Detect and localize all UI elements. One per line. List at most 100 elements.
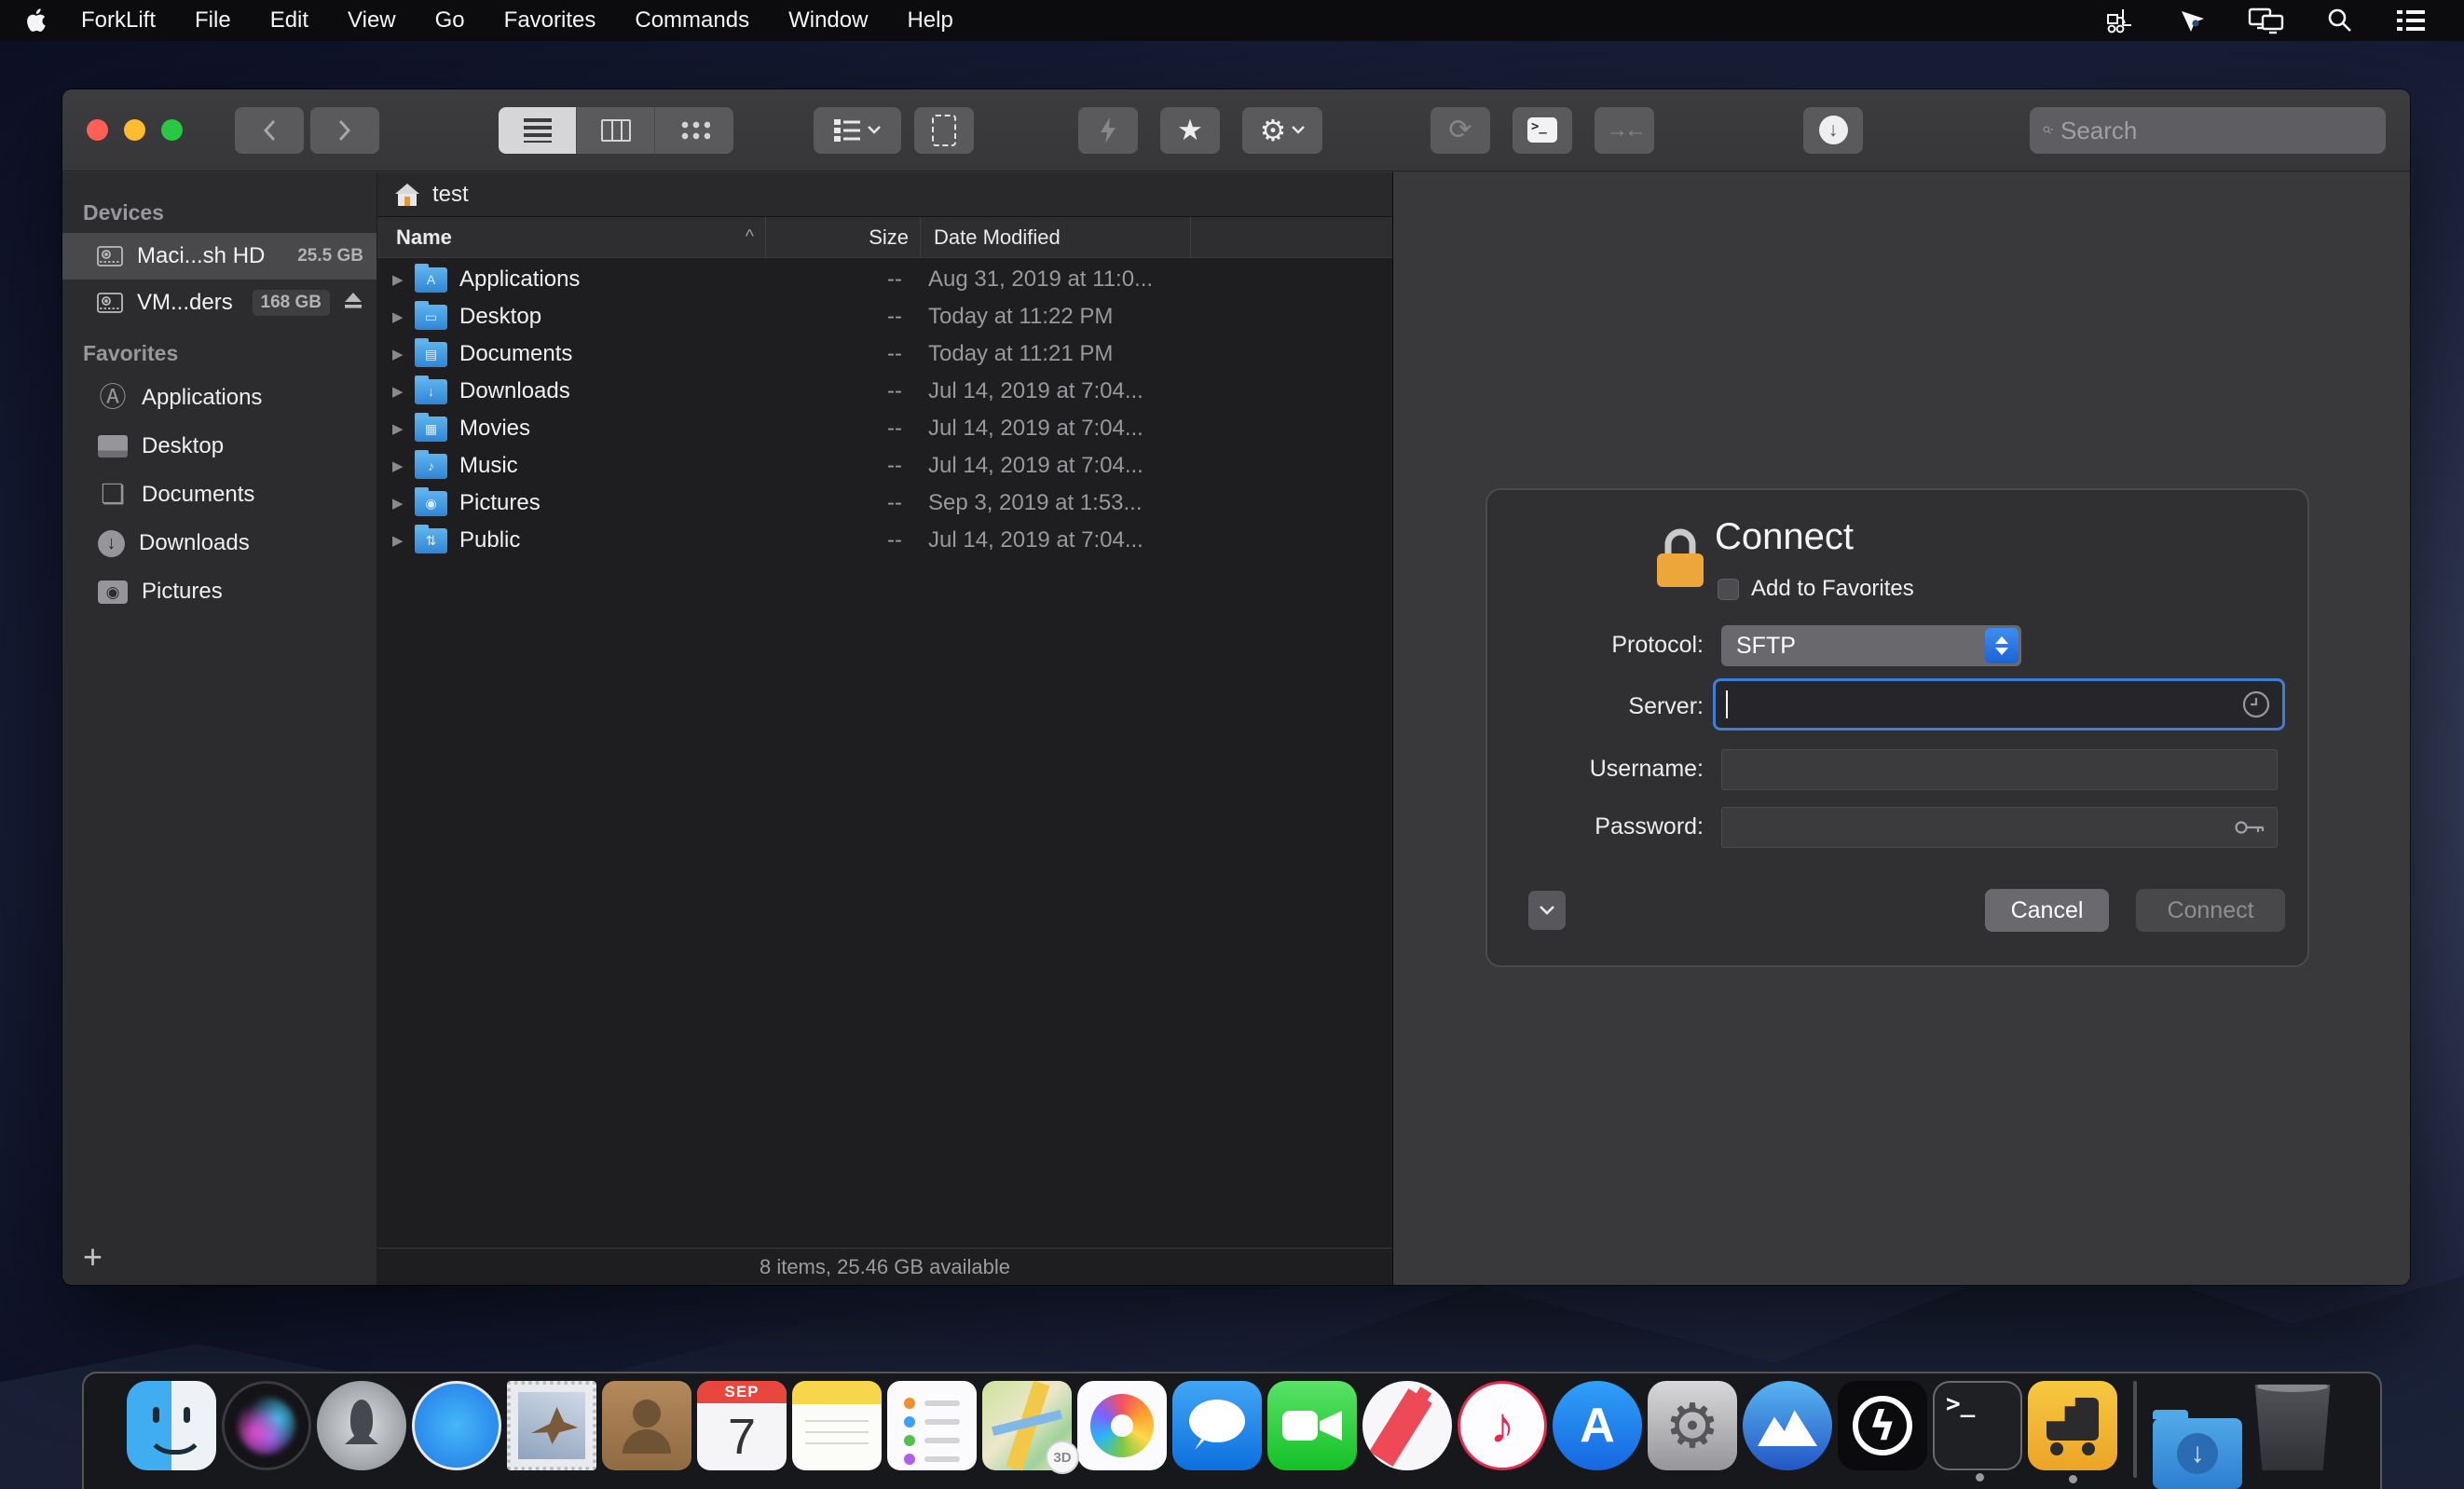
file-row[interactable]: Desktop -- Today at 11:22 PM <box>377 298 1392 335</box>
file-pane: test Name ^ Size Date Modified Applicati… <box>377 172 1393 1285</box>
file-row[interactable]: Public -- Jul 14, 2019 at 7:04... <box>377 522 1392 559</box>
connect-button[interactable]: Connect <box>2136 889 2285 932</box>
dock-icon[interactable] <box>887 1381 977 1470</box>
password-input[interactable] <box>1722 814 2234 841</box>
download-circle-icon <box>1819 116 1848 144</box>
protocol-select[interactable]: SFTP <box>1721 625 2021 666</box>
sidebar-item[interactable]: ↓ Downloads <box>62 519 376 567</box>
file-date-modified: Jul 14, 2019 at 7:04... <box>915 453 1143 479</box>
dock-icon[interactable] <box>1458 1381 1547 1470</box>
displays-icon[interactable] <box>2248 7 2285 34</box>
disclosure-triangle-icon[interactable] <box>392 532 415 549</box>
dock-icon[interactable] <box>1933 1381 2022 1470</box>
disclosure-triangle-icon[interactable] <box>392 495 415 512</box>
dock-icon[interactable] <box>1743 1381 1832 1470</box>
dock-icon[interactable]: 3D <box>982 1381 1072 1470</box>
dock-icon[interactable] <box>222 1381 311 1470</box>
forklift-icon[interactable] <box>2104 6 2138 35</box>
column-header-date-modified[interactable]: Date Modified <box>920 217 1190 257</box>
file-row[interactable]: Applications -- Aug 31, 2019 at 11:0... <box>377 261 1392 298</box>
menu-item[interactable]: Edit <box>251 0 328 41</box>
icon-view-button[interactable] <box>655 107 733 154</box>
disclosure-triangle-icon[interactable] <box>392 346 415 362</box>
dock-icon[interactable] <box>2248 1381 2337 1470</box>
sidebar-device-macintosh-hd[interactable]: Maci...sh HD 25.5 GB <box>62 233 376 280</box>
notification-list-icon[interactable] <box>2395 7 2427 34</box>
dock-icon[interactable] <box>317 1381 406 1470</box>
sync-button[interactable]: ⟳ <box>1430 107 1490 154</box>
dock-icon[interactable] <box>792 1381 882 1470</box>
file-row[interactable]: Pictures -- Sep 3, 2019 at 1:53... <box>377 485 1392 522</box>
server-input[interactable] <box>1716 691 2241 718</box>
spotlight-search-icon[interactable] <box>2326 7 2354 34</box>
file-row[interactable]: Downloads -- Jul 14, 2019 at 7:04... <box>377 373 1392 410</box>
terminal-button[interactable] <box>1513 107 1572 154</box>
terminal-icon <box>1527 117 1557 143</box>
sidebar-item[interactable]: ❏ Documents <box>62 471 376 519</box>
disclosure-triangle-icon[interactable] <box>392 383 415 400</box>
dock-icon[interactable] <box>1077 1381 1167 1470</box>
compare-button[interactable]: →← <box>1595 107 1654 154</box>
dock-icon[interactable] <box>507 1381 596 1470</box>
disclosure-triangle-icon[interactable] <box>392 271 415 288</box>
cursor-tool-icon[interactable] <box>2179 7 2207 34</box>
transfers-button[interactable] <box>1803 107 1863 154</box>
sidebar-item[interactable]: Ⓐ Applications <box>62 374 376 422</box>
zoom-button[interactable] <box>161 119 183 141</box>
column-header-size[interactable]: Size <box>765 217 920 257</box>
select-button[interactable] <box>914 107 974 154</box>
add-favorite-button[interactable]: + <box>83 1240 103 1274</box>
sidebar-device-vm-folders[interactable]: VM...ders 168 GB <box>62 280 376 326</box>
menu-item[interactable]: Help <box>887 0 972 41</box>
disclosure-triangle-icon[interactable] <box>392 308 415 325</box>
cancel-button[interactable]: Cancel <box>1985 889 2109 932</box>
dock-icon[interactable] <box>2028 1381 2117 1470</box>
dock-icon[interactable] <box>1553 1381 1642 1470</box>
menu-item[interactable]: Commands <box>615 0 769 41</box>
dock-icon[interactable] <box>127 1381 216 1470</box>
dock-icon[interactable] <box>1648 1381 1737 1470</box>
history-clock-icon[interactable] <box>2241 690 2271 719</box>
close-button[interactable] <box>87 119 108 141</box>
username-input[interactable] <box>1722 757 2277 784</box>
key-icon[interactable] <box>2234 818 2266 837</box>
search-input[interactable] <box>2060 116 2373 145</box>
dock-icon[interactable] <box>1362 1381 1452 1470</box>
list-view-button[interactable] <box>499 107 577 154</box>
disclosure-triangle-icon[interactable] <box>392 458 415 474</box>
menu-item[interactable]: Window <box>769 0 887 41</box>
apple-menu-icon[interactable] <box>24 7 48 34</box>
favorites-button[interactable]: ★ <box>1160 107 1220 154</box>
path-bar[interactable]: test <box>377 172 1392 217</box>
eject-icon[interactable] <box>343 292 363 315</box>
dock-icon[interactable]: SEP 7 <box>697 1381 787 1470</box>
dock-icon[interactable] <box>2133 1381 2137 1478</box>
menu-item[interactable]: ForkLift <box>62 0 175 41</box>
dock-icon[interactable] <box>1267 1381 1357 1470</box>
dock-icon[interactable] <box>2153 1418 2242 1489</box>
file-row[interactable]: Movies -- Jul 14, 2019 at 7:04... <box>377 410 1392 447</box>
dock-icon[interactable] <box>1838 1381 1927 1470</box>
back-button[interactable] <box>235 107 304 154</box>
file-row[interactable]: Music -- Jul 14, 2019 at 7:04... <box>377 447 1392 485</box>
dock-icon[interactable] <box>412 1381 501 1470</box>
menu-item[interactable]: File <box>175 0 251 41</box>
dock-icon[interactable] <box>602 1381 691 1470</box>
sidebar-item[interactable]: ◉ Pictures <box>62 567 376 616</box>
column-header-name[interactable]: Name ^ <box>377 225 765 250</box>
actions-button[interactable]: ⚙ <box>1242 107 1322 154</box>
menu-item[interactable]: View <box>328 0 416 41</box>
advanced-disclosure-button[interactable] <box>1528 891 1566 930</box>
column-view-button[interactable] <box>577 107 655 154</box>
menu-item[interactable]: Favorites <box>485 0 616 41</box>
quick-actions-button[interactable] <box>1078 107 1138 154</box>
sidebar-item[interactable]: Desktop <box>62 422 376 471</box>
menu-item[interactable]: Go <box>416 0 485 41</box>
forward-button[interactable] <box>310 107 379 154</box>
minimize-button[interactable] <box>124 119 145 141</box>
arrange-button[interactable] <box>814 107 901 154</box>
dock-icon[interactable] <box>1172 1381 1262 1470</box>
file-row[interactable]: Documents -- Today at 11:21 PM <box>377 335 1392 373</box>
add-to-favorites-checkbox[interactable] <box>1718 579 1739 600</box>
disclosure-triangle-icon[interactable] <box>392 420 415 437</box>
